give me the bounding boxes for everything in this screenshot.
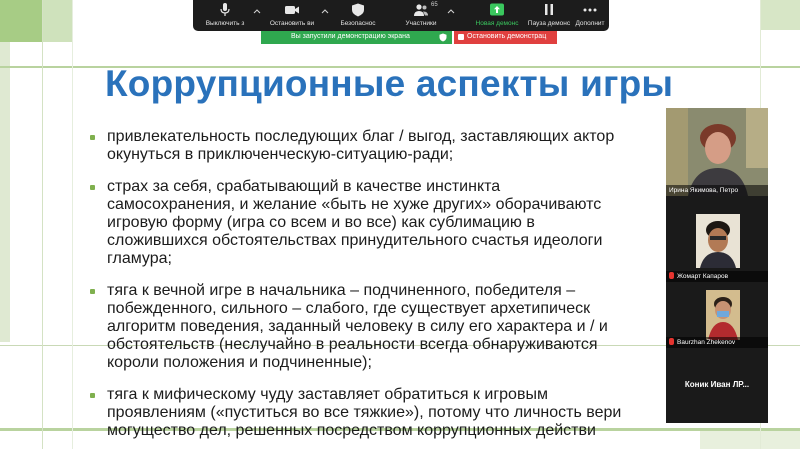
participant-name-text: Baurzhan Zhekenov <box>677 339 736 346</box>
share-screen-icon <box>490 3 504 16</box>
bullet-item: тяга к вечной игре в начальника – подчин… <box>90 282 680 372</box>
participant-name-text: Жомарт Капаров <box>677 273 729 280</box>
stop-video-button-label: Остановить ви <box>269 20 315 27</box>
participant-video <box>666 108 768 196</box>
decor-block <box>700 431 800 449</box>
more-button-label: Дополнит <box>575 20 605 27</box>
bullet-marker-icon <box>90 135 95 140</box>
bullet-marker-icon <box>90 185 95 190</box>
shield-icon <box>352 3 364 17</box>
participant-video <box>666 202 768 282</box>
decor-line <box>72 0 73 449</box>
bullet-line: побежденного, сильного – слабого, где су… <box>107 300 591 317</box>
bullet-line: алгоритм поведения, заданный человеку в … <box>107 318 608 335</box>
bullet-line: окунуться в приключенческую-ситуацию-рад… <box>107 146 454 163</box>
pause-icon <box>545 4 553 15</box>
decor-block <box>42 0 72 42</box>
chevron-up-icon[interactable] <box>447 8 455 16</box>
participants-button[interactable]: 65 Участники <box>393 0 449 31</box>
bullet-item: тяга к мифическому чуду заставляет обрат… <box>90 386 680 440</box>
stop-video-button[interactable]: Остановить ви <box>263 0 321 31</box>
mute-button[interactable]: Выключить з <box>199 0 251 31</box>
participant-name-tile[interactable]: Коник Иван ЛР... <box>666 380 768 389</box>
bullet-line: могущество дел, решенных посредством кор… <box>107 422 596 439</box>
meeting-toolbar: Выключить з Остановить ви Безопаснос 65 … <box>193 0 609 31</box>
slide-title: Коррупционные аспекты игры <box>105 63 674 104</box>
participant-tile[interactable]: Жомарт Капаров <box>666 202 768 282</box>
bullet-line: тяга к вечной игре в начальника – подчин… <box>107 282 576 299</box>
chevron-up-icon[interactable] <box>253 8 261 16</box>
bullet-line: сложившихся обстоятельствах принудительн… <box>107 232 603 249</box>
mute-button-label: Выключить з <box>205 20 245 27</box>
bullet-line: привлекательность последующих благ / выг… <box>107 128 615 145</box>
bullet-item: страх за себя, срабатывающий в качестве … <box>90 178 680 268</box>
security-button[interactable]: Безопаснос <box>333 0 383 31</box>
pause-share-button-label: Пауза демонс <box>527 20 571 27</box>
pause-share-button[interactable]: Пауза демонс <box>524 0 574 31</box>
decor-block <box>0 0 42 42</box>
bullet-marker-icon <box>90 393 95 398</box>
share-status: Вы запустили демонстрацию экрана <box>261 31 452 44</box>
bullet-line: короли положения и подчиненные); <box>107 354 372 371</box>
decor-line <box>42 0 43 449</box>
shield-icon <box>439 33 447 42</box>
participant-name: Жомарт Капаров <box>666 271 768 282</box>
bullet-line: игровую форму (игра со всем и во все) ка… <box>107 214 535 231</box>
decor-block <box>760 0 800 30</box>
more-button[interactable]: Дополнит <box>573 0 607 31</box>
bullet-line: гламура; <box>107 250 172 267</box>
participant-tile[interactable]: Ирина Якимова, Петро <box>666 108 768 196</box>
bullet-line: тяга к мифическому чуду заставляет обрат… <box>107 386 548 403</box>
bullet-line: страх за себя, срабатывающий в качестве … <box>107 178 501 195</box>
microphone-icon <box>220 3 230 16</box>
video-camera-icon <box>285 6 299 14</box>
muted-mic-icon <box>669 338 674 345</box>
stop-share-button-label: Остановить демонстрац <box>467 33 547 40</box>
chevron-up-icon[interactable] <box>321 8 329 16</box>
more-icon <box>583 8 597 12</box>
bullet-list: привлекательность последующих благ / выг… <box>90 128 680 449</box>
participants-icon <box>414 4 428 16</box>
decor-block <box>0 42 10 342</box>
bullet-line: обстоятельств (неслучайно в реальности в… <box>107 336 598 353</box>
share-status-text: Вы запустили демонстрацию экрана <box>291 33 410 40</box>
stop-icon <box>458 34 464 40</box>
share-status-bar: Вы запустили демонстрацию экрана Останов… <box>261 31 557 44</box>
participants-button-label: Участники <box>405 20 437 27</box>
new-share-button[interactable]: Новая демонс <box>469 0 525 31</box>
muted-mic-icon <box>669 272 674 279</box>
participant-name: Baurzhan Zhekenov <box>666 337 768 348</box>
stop-share-button[interactable]: Остановить демонстрац <box>454 31 557 44</box>
video-gallery: Ирина Якимова, Петро Жомарт Капаров Baur… <box>666 108 768 423</box>
new-share-button-label: Новая демонс <box>475 20 519 27</box>
participant-tile[interactable]: Baurzhan Zhekenov <box>666 286 768 348</box>
bullet-line: проявлениям («пуститься во все тяжкие»),… <box>107 404 622 421</box>
bullet-line: самосохранения, и желание «быть не хуже … <box>107 196 602 213</box>
participant-count: 65 <box>431 2 438 8</box>
bullet-marker-icon <box>90 289 95 294</box>
security-button-label: Безопаснос <box>340 20 376 27</box>
bullet-item: привлекательность последующих благ / выг… <box>90 128 680 164</box>
participant-name: Ирина Якимова, Петро <box>666 185 768 196</box>
